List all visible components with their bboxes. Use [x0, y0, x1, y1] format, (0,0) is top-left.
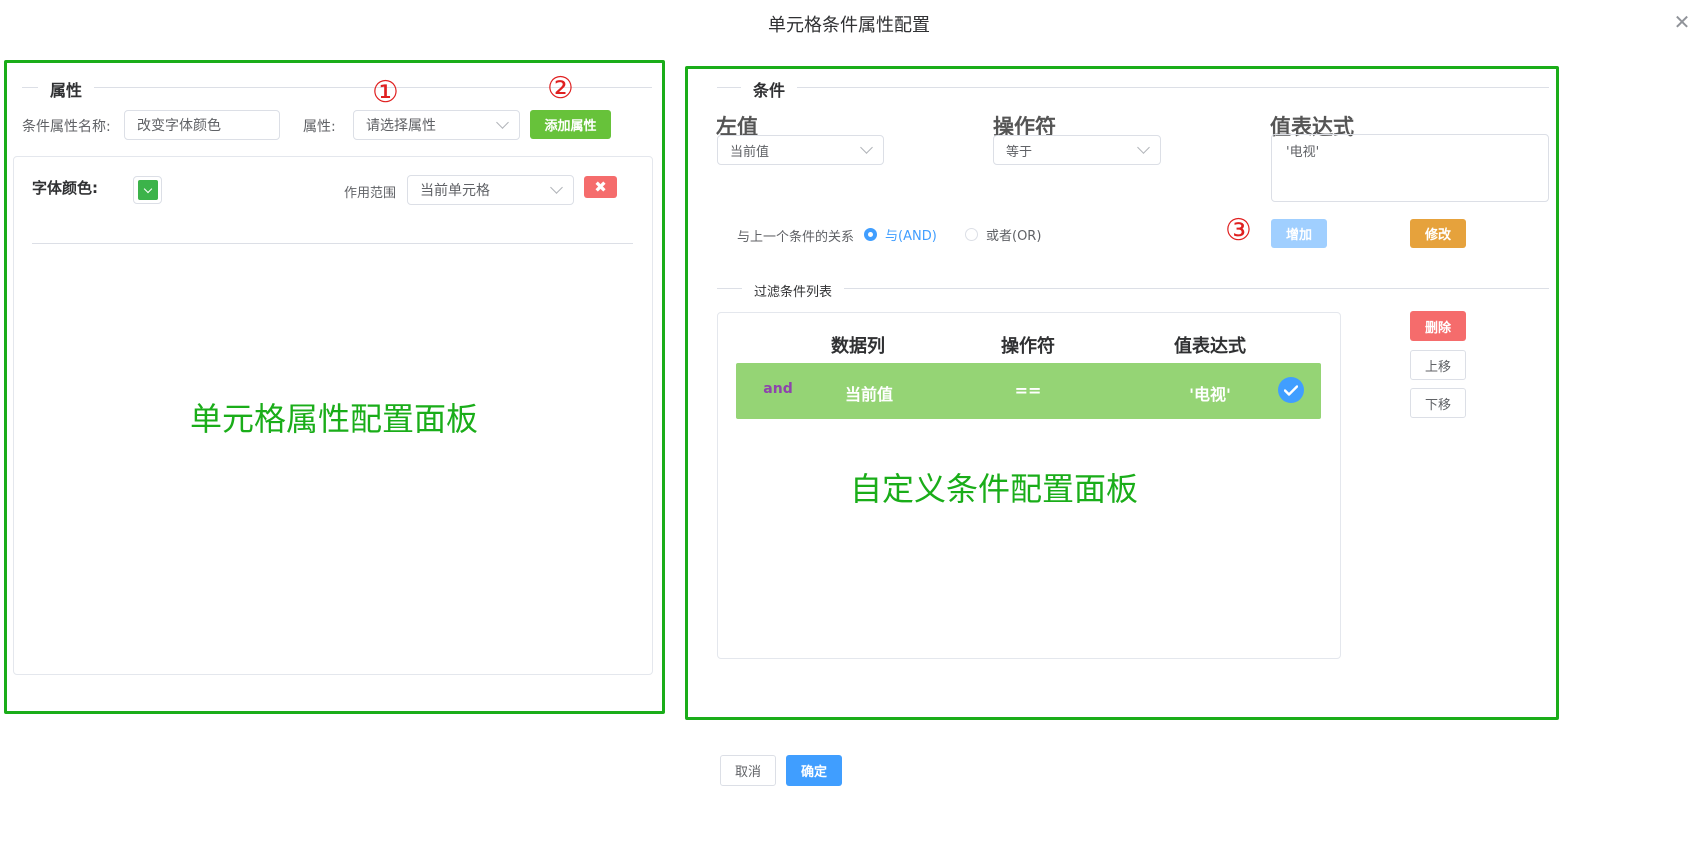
row-column: 当前值: [844, 385, 893, 404]
check-circle-icon[interactable]: [1278, 377, 1304, 403]
close-icon[interactable]: ✕: [1670, 10, 1694, 34]
radio-or[interactable]: 或者(OR): [965, 225, 1041, 244]
radio-or-dot: [965, 228, 978, 241]
attribute-label: 属性:: [303, 119, 336, 135]
color-picker[interactable]: [133, 176, 162, 204]
radio-and[interactable]: 与(AND): [864, 225, 937, 244]
condition-name-value: 改变字体颜色: [137, 118, 221, 134]
close-icon: ✖: [594, 178, 607, 196]
relation-label: 与上一个条件的关系: [737, 230, 855, 245]
left-value-select[interactable]: 当前值: [717, 135, 884, 165]
chevron-down-icon: [496, 116, 509, 129]
scope-select[interactable]: 当前单元格: [407, 175, 574, 205]
dialog-title: 单元格条件属性配置: [768, 15, 930, 36]
add-condition-button[interactable]: 增加: [1271, 219, 1327, 248]
attribute-select[interactable]: 请选择属性: [353, 110, 520, 140]
scope-select-value: 当前单元格: [420, 183, 490, 199]
row-operator: ==: [1014, 381, 1042, 400]
row-logic: and: [763, 381, 793, 397]
attribute-select-placeholder: 请选择属性: [366, 118, 436, 134]
radio-and-dot: [864, 228, 877, 241]
condition-fieldset-line: [717, 87, 1549, 88]
font-color-label: 字体颜色:: [32, 179, 98, 197]
chevron-down-icon: [143, 184, 152, 193]
remove-attribute-button[interactable]: ✖: [584, 176, 617, 198]
move-up-button[interactable]: 上移: [1410, 350, 1466, 380]
table-row[interactable]: and 当前值 == '电视': [736, 363, 1321, 419]
chevron-down-icon: [1137, 141, 1150, 154]
chevron-down-icon: [860, 141, 873, 154]
radio-or-label: 或者(OR): [986, 229, 1042, 244]
value-expression-text: '电视': [1286, 145, 1320, 160]
properties-legend: 属性: [38, 77, 95, 101]
add-attribute-button[interactable]: 添加属性: [530, 110, 611, 139]
confirm-button[interactable]: 确定: [786, 755, 842, 786]
annotation-2: ②: [547, 71, 574, 106]
annotation-1: ①: [372, 75, 399, 110]
condition-legend: 条件: [741, 77, 798, 101]
cell-property-panel-annotation: 单元格属性配置面板: [190, 400, 479, 438]
annotation-3: ③: [1225, 213, 1252, 248]
condition-name-label: 条件属性名称:: [22, 119, 111, 135]
scope-label: 作用范围: [344, 186, 397, 201]
left-value-select-value: 当前值: [730, 144, 770, 160]
header-operator: 操作符: [1001, 336, 1055, 357]
chevron-down-icon: [550, 181, 563, 194]
header-data-column: 数据列: [831, 336, 885, 357]
header-value-expression: 值表达式: [1174, 336, 1246, 357]
cancel-button[interactable]: 取消: [720, 755, 776, 786]
color-swatch: [137, 180, 158, 200]
radio-and-label: 与(AND): [885, 229, 937, 244]
filter-list-legend: 过滤条件列表: [742, 281, 845, 300]
custom-condition-panel-annotation: 自定义条件配置面板: [850, 470, 1139, 508]
row-expression: '电视': [1189, 385, 1231, 404]
modify-condition-button[interactable]: 修改: [1410, 219, 1466, 248]
operator-select-value: 等于: [1006, 144, 1033, 160]
value-expression-textarea[interactable]: '电视': [1271, 134, 1549, 202]
operator-select[interactable]: 等于: [993, 135, 1161, 165]
attribute-divider: [32, 243, 633, 244]
move-down-button[interactable]: 下移: [1410, 388, 1466, 418]
delete-condition-button[interactable]: 删除: [1410, 311, 1466, 341]
condition-name-input[interactable]: 改变字体颜色: [124, 110, 280, 140]
